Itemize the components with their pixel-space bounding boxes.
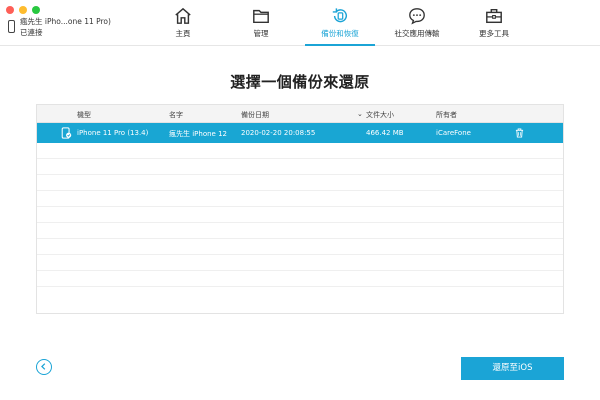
backup-restore-icon (332, 8, 348, 23)
back-button[interactable] (36, 359, 52, 375)
main-nav: 主頁 管理 備份和恢復 社交應用傳輸 更多工具 (0, 0, 600, 46)
cell-size: 466.42 MB (366, 129, 404, 137)
nav-more-tools-label: 更多工具 (479, 29, 509, 38)
nav-manage-label: 管理 (253, 29, 269, 38)
table-row[interactable]: iPhone 11 Pro (13.4) 瘋先生 iPhone 12 2020-… (37, 123, 563, 143)
nav-backup-restore[interactable]: 備份和恢復 (305, 0, 375, 46)
column-owner[interactable]: 所有者 (436, 110, 457, 120)
restore-to-ios-button[interactable]: 還原至iOS (461, 357, 564, 380)
column-date[interactable]: 備份日期 (241, 110, 269, 120)
empty-row (37, 239, 563, 255)
empty-row (37, 175, 563, 191)
backup-table: 機型 名字 備份日期 ⌄ 文件大小 所有者 iPhone 11 Pro (13.… (36, 104, 564, 314)
nav-social-transfer-label: 社交應用傳輸 (394, 29, 440, 38)
toolbox-icon (486, 8, 502, 24)
empty-row (37, 287, 563, 303)
column-name[interactable]: 名字 (169, 110, 183, 120)
home-icon (175, 7, 191, 24)
cell-model: iPhone 11 Pro (13.4) (77, 129, 149, 137)
nav-more-tools[interactable]: 更多工具 (459, 0, 529, 45)
empty-row (37, 159, 563, 175)
page-title: 選擇一個備份來還原 (230, 73, 370, 91)
chevron-left-icon (41, 363, 46, 370)
nav-home-label: 主頁 (175, 29, 191, 38)
trash-icon[interactable] (515, 128, 524, 138)
nav-home[interactable]: 主頁 (148, 0, 218, 45)
empty-row (37, 207, 563, 223)
empty-row (37, 191, 563, 207)
table-header: 機型 名字 備份日期 ⌄ 文件大小 所有者 (37, 105, 563, 123)
device-backup-icon (61, 127, 72, 139)
empty-row (37, 271, 563, 287)
cell-name: 瘋先生 iPhone 12 (169, 130, 227, 138)
empty-row (37, 143, 563, 159)
title-bar: 瘋先生 iPho...one 11 Pro) 已連接 主頁 管理 備份和恢復 社… (0, 0, 600, 46)
nav-backup-restore-label: 備份和恢復 (321, 29, 359, 38)
cell-date: 2020-02-20 20:08:55 (241, 129, 316, 137)
nav-manage[interactable]: 管理 (226, 0, 296, 45)
folder-icon (253, 9, 269, 24)
column-model[interactable]: 機型 (77, 110, 91, 120)
column-size[interactable]: 文件大小 (366, 110, 394, 120)
cell-owner: iCareFone (436, 129, 471, 137)
chat-bubble-icon (409, 8, 425, 25)
sort-indicator-icon: ⌄ (357, 110, 363, 118)
empty-row (37, 255, 563, 271)
nav-social-transfer[interactable]: 社交應用傳輸 (382, 0, 452, 45)
empty-row (37, 223, 563, 239)
